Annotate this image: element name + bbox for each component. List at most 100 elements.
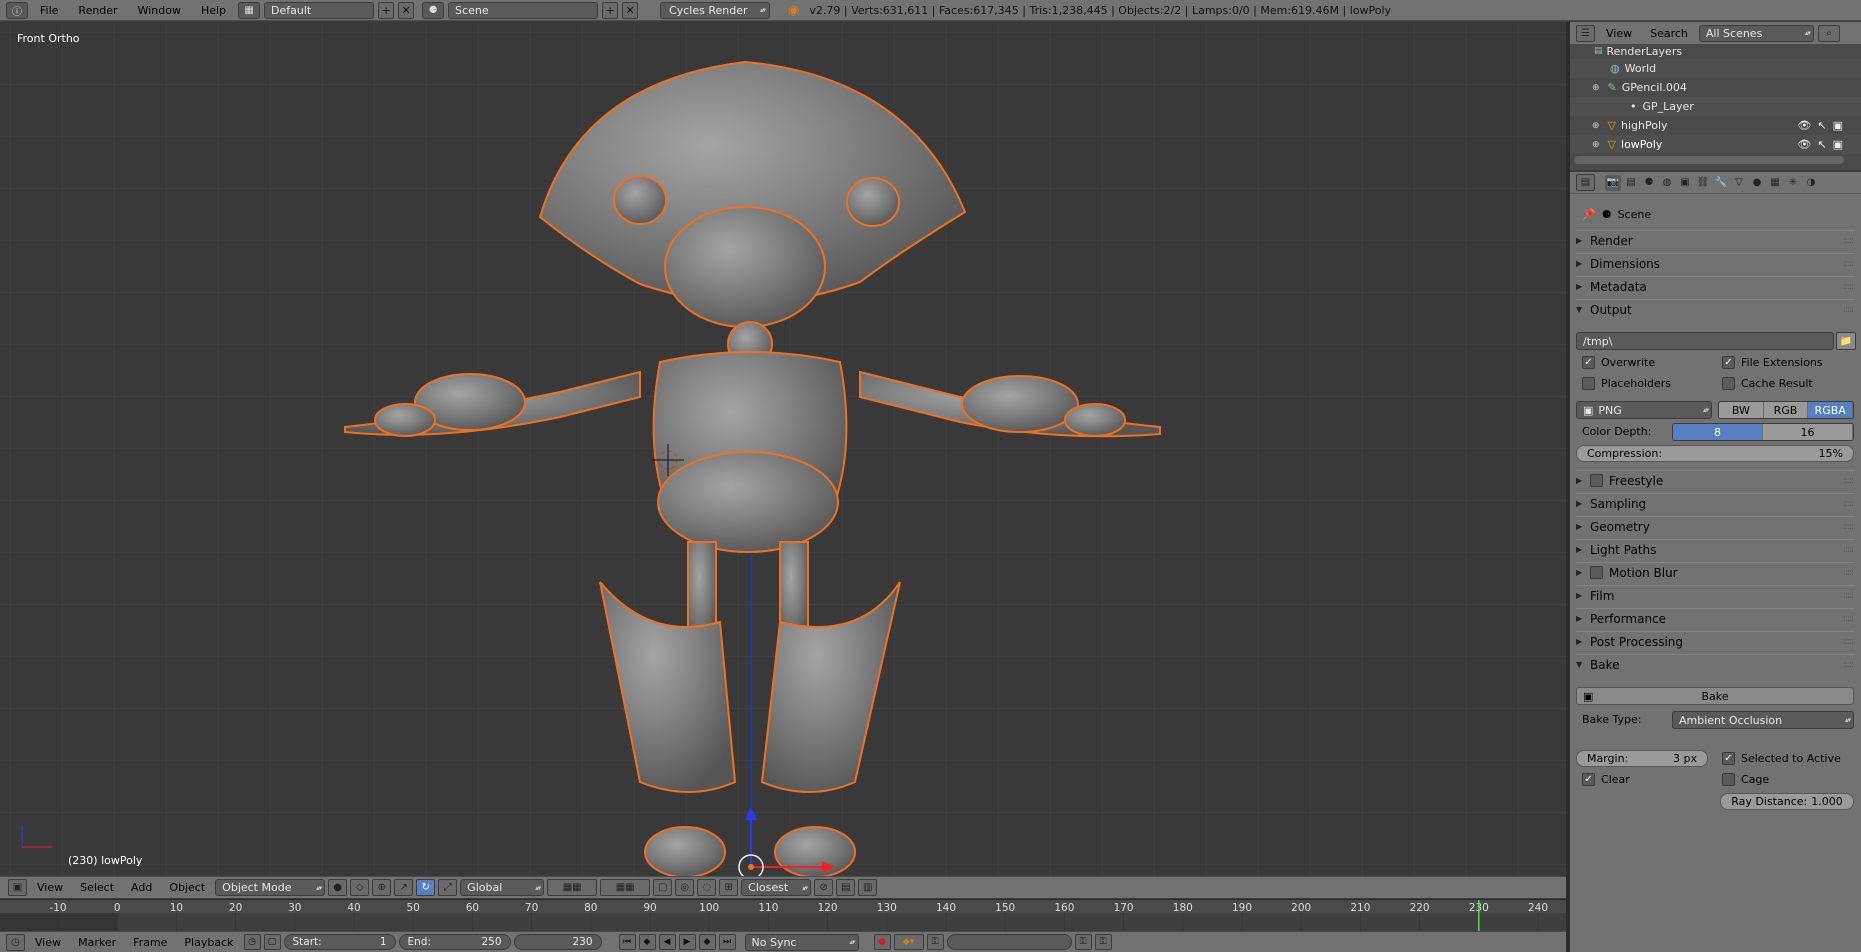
menu-view[interactable]: View	[1599, 27, 1639, 40]
visibility-icons[interactable]: 👁↖▣	[1797, 119, 1849, 132]
object-tab-icon[interactable]: ▣	[1677, 175, 1693, 191]
preview-range-icon[interactable]: ◷	[243, 934, 261, 950]
panel-film[interactable]: ▶ Film:::::	[1576, 585, 1855, 605]
color-mode-rgb[interactable]: RGB	[1763, 402, 1809, 418]
editor-type-icon[interactable]: ▤	[1576, 174, 1595, 191]
panel-geometry[interactable]: ▶ Geometry:::::	[1576, 516, 1855, 536]
freestyle-checkbox[interactable]	[1590, 474, 1603, 487]
panel-sampling[interactable]: ▶ Sampling:::::	[1576, 493, 1855, 513]
scene-field[interactable]: Scene	[448, 1, 599, 19]
pivot-icon[interactable]: ◇	[350, 879, 370, 896]
particles-tab-icon[interactable]: ✳	[1785, 175, 1801, 191]
menu-select[interactable]: Select	[73, 881, 121, 894]
render-layers-tab-icon[interactable]: ▤	[1623, 175, 1639, 191]
remove-scene-button[interactable]: ✕	[622, 1, 639, 19]
file-format-dropdown[interactable]: ▣ PNG	[1576, 401, 1712, 419]
menu-playback[interactable]: Playback	[177, 936, 240, 949]
shading-icon[interactable]: ●	[328, 879, 348, 896]
menu-help[interactable]: Help	[193, 0, 234, 21]
play-reverse-icon[interactable]: ◀	[658, 934, 676, 950]
menu-frame[interactable]: Frame	[126, 936, 174, 949]
render-tab-icon[interactable]: 📷	[1605, 174, 1621, 191]
snap-align-icon[interactable]: ⊘	[814, 879, 834, 896]
search-icon[interactable]: ⌕	[1817, 24, 1840, 42]
insert-key-icon[interactable]: ⚿	[1074, 934, 1092, 950]
remove-layout-button[interactable]: ✕	[398, 1, 415, 19]
editor-type-icon[interactable]: ◷	[6, 933, 25, 951]
sync-dropdown[interactable]: No Sync	[744, 933, 859, 951]
world-tab-icon[interactable]: ◍	[1659, 175, 1675, 191]
current-frame-field[interactable]: 230	[513, 934, 602, 950]
layers-icon-2[interactable]: ▦▦	[600, 879, 651, 896]
panel-bake[interactable]: ▼ Bake:::::	[1576, 654, 1855, 674]
editor-type-icon[interactable]: ▣	[8, 879, 27, 896]
color-mode-bw[interactable]: BW	[1719, 402, 1764, 418]
screen-layout-field[interactable]: Default	[264, 1, 375, 19]
clear-checkbox[interactable]: ✓ Clear	[1582, 773, 1630, 786]
lock-icon[interactable]: ▢	[263, 934, 281, 950]
opengl-render-icon[interactable]: ▤	[836, 879, 856, 896]
timeline[interactable]: -10 0 10 20 30 40 50 60 70 80 90 100 110 120 130 140 150…	[0, 899, 1566, 931]
keyframe-icon[interactable]: ⚿	[926, 934, 944, 950]
add-layout-button[interactable]: +	[378, 1, 395, 19]
overwrite-checkbox[interactable]: ✓ Overwrite	[1582, 356, 1655, 369]
screen-layout-icon[interactable]: ▦	[238, 1, 261, 19]
snap-icon[interactable]: ⊞	[719, 879, 739, 896]
expand-icon[interactable]: ⊕	[1592, 140, 1600, 150]
data-tab-icon[interactable]: ▽	[1731, 175, 1747, 191]
jump-start-icon[interactable]: ⏮	[618, 934, 636, 950]
add-scene-button[interactable]: +	[602, 1, 619, 19]
cache-result-checkbox[interactable]: Cache Result	[1722, 377, 1813, 390]
prev-keyframe-icon[interactable]: ◆	[638, 934, 656, 950]
render-engine-dropdown[interactable]: Cycles Render	[660, 1, 771, 19]
panel-output[interactable]: ▼ Output:::::	[1576, 299, 1855, 319]
scene-tab-icon[interactable]: ⚈	[1641, 175, 1657, 191]
display-mode-dropdown[interactable]: All Scenes	[1698, 24, 1814, 42]
scene-icon[interactable]: ⚈	[422, 1, 445, 19]
mode-dropdown[interactable]: Object Mode	[215, 879, 326, 896]
output-path-field[interactable]: /tmp\	[1576, 332, 1834, 350]
panel-freestyle[interactable]: ▶ Freestyle:::::	[1576, 470, 1855, 490]
pin-icon[interactable]: 📌	[1582, 208, 1596, 221]
expand-icon[interactable]: ⊕	[1592, 83, 1600, 93]
outliner-item-highpoly[interactable]: ⊕ ▽ highPoly 👁↖▣	[1570, 116, 1861, 135]
compression-slider[interactable]: Compression: 15%	[1576, 445, 1854, 462]
menu-window[interactable]: Window	[130, 0, 189, 21]
motion-blur-checkbox[interactable]	[1590, 566, 1603, 579]
placeholders-checkbox[interactable]: Placeholders	[1582, 377, 1671, 390]
snap-target-dropdown[interactable]: Closest	[741, 879, 812, 896]
color-depth-8[interactable]: 8	[1673, 424, 1763, 440]
jump-end-icon[interactable]: ⏭	[718, 934, 736, 950]
orientation-dropdown[interactable]: Global	[460, 879, 545, 896]
rotate-icon[interactable]: ↻	[416, 879, 436, 896]
physics-tab-icon[interactable]: ◑	[1803, 175, 1819, 191]
color-depth-16[interactable]: 16	[1763, 424, 1853, 440]
expand-icon[interactable]: ⊕	[1592, 121, 1600, 131]
menu-view[interactable]: View	[28, 936, 68, 949]
color-mode-rgba[interactable]: RGBA	[1808, 402, 1853, 418]
outliner-item-world[interactable]: ◍ World	[1570, 59, 1861, 78]
visibility-icons[interactable]: 👁↖▣	[1797, 138, 1849, 151]
texture-tab-icon[interactable]: ▦	[1767, 175, 1783, 191]
menu-object[interactable]: Object	[162, 881, 212, 894]
next-keyframe-icon[interactable]: ◆	[698, 934, 716, 950]
outliner-item-gpencil[interactable]: ⊕ ✎ GPencil.004	[1570, 78, 1861, 97]
editor-type-icon[interactable]: ☰	[1576, 24, 1595, 42]
menu-add[interactable]: Add	[124, 881, 159, 894]
ray-distance-field[interactable]: Ray Distance: 1.000	[1720, 793, 1854, 810]
selected-to-active-checkbox[interactable]: ✓ Selected to Active	[1722, 752, 1841, 765]
outliner-item-gp-layer[interactable]: • GP_Layer	[1570, 97, 1861, 116]
cage-checkbox[interactable]: Cage	[1722, 773, 1769, 786]
end-frame-field[interactable]: End: 250	[398, 934, 511, 950]
panel-render[interactable]: ▶ Render:::::	[1576, 230, 1855, 250]
panel-light-paths[interactable]: ▶ Light Paths:::::	[1576, 539, 1855, 559]
delete-key-icon[interactable]: ⚿	[1094, 934, 1112, 950]
menu-view[interactable]: View	[30, 881, 70, 894]
record-icon[interactable]: ●	[873, 934, 891, 950]
folder-icon[interactable]: 📁	[1836, 332, 1856, 350]
opengl-anim-icon[interactable]: ▥	[858, 879, 878, 896]
panel-dimensions[interactable]: ▶ Dimensions:::::	[1576, 253, 1855, 273]
play-icon[interactable]: ▶	[678, 934, 696, 950]
panel-metadata[interactable]: ▶ Metadata:::::	[1576, 276, 1855, 296]
margin-field[interactable]: Margin: 3 px	[1576, 750, 1708, 767]
